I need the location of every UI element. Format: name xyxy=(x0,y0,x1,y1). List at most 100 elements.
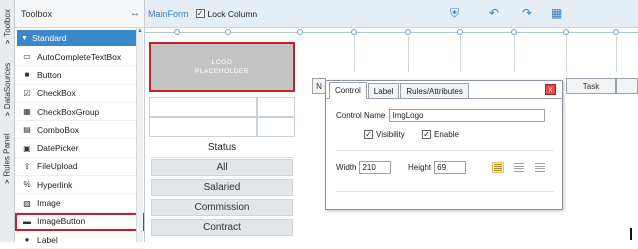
toolbox-item-hyperlink[interactable]: % Hyperlink xyxy=(15,176,144,195)
side-tab-rules-panel[interactable]: >Rules Panel xyxy=(0,126,15,190)
ruler-handle[interactable] xyxy=(405,29,411,35)
toolbox-item-datepicker[interactable]: ▣ DatePicker xyxy=(15,139,144,158)
ruler-handle[interactable] xyxy=(351,29,357,35)
logo-line1: LOGO xyxy=(211,59,233,66)
expand-arrows-icon[interactable]: ↔ xyxy=(130,8,140,19)
ruler-handle[interactable] xyxy=(297,29,303,35)
ruler-handle[interactable] xyxy=(174,29,180,35)
toolbox-item-imagebutton[interactable]: ▬ ImageButton xyxy=(15,212,144,231)
grid-cell[interactable] xyxy=(149,117,257,137)
toolbox-item-combobox[interactable]: ▤ ComboBox xyxy=(15,121,144,140)
ruler-handle[interactable] xyxy=(563,29,569,35)
status-header: Status xyxy=(151,138,293,158)
tab-rules-attributes[interactable]: Rules/Attributes xyxy=(400,83,469,98)
align-center-icon[interactable] xyxy=(513,162,525,173)
chevron-down-icon: ▼ xyxy=(21,34,28,42)
toolbox-item-label: DatePicker xyxy=(37,143,79,154)
ruler-handle[interactable] xyxy=(225,29,231,35)
status-salaried-button[interactable]: Salaried xyxy=(151,179,293,196)
toolbox-panel: Toolbox ↔ ▼ Standard ▭ AutoCompleteTextB… xyxy=(15,0,145,249)
checkbox-icon: ☑ xyxy=(23,88,31,98)
properties-tabs: Control Label Rules/Attributes x xyxy=(326,81,562,99)
toolbox-item-fileupload[interactable]: ⇪ FileUpload xyxy=(15,158,144,177)
status-commission-button[interactable]: Commission xyxy=(151,199,293,216)
ruler-handle[interactable] xyxy=(511,29,517,35)
grid-cell[interactable] xyxy=(257,117,295,137)
label-icon: ● xyxy=(24,235,30,245)
undo-icon[interactable]: ↶ xyxy=(489,6,499,20)
toolbox-item-label: Hyperlink xyxy=(37,179,73,190)
status-all-button[interactable]: All xyxy=(151,159,293,176)
width-row: Width 210 xyxy=(336,161,392,174)
column-header-task[interactable]: Task xyxy=(566,78,616,94)
width-label: Width xyxy=(336,163,357,172)
button-icon: ■ xyxy=(24,70,30,80)
width-input[interactable]: 210 xyxy=(359,161,392,174)
side-panel-tabs: >Toolbox >DataSources >Rules Panel xyxy=(0,0,15,242)
close-icon[interactable]: x xyxy=(545,84,556,95)
align-right-icon[interactable] xyxy=(534,162,546,173)
toolbox-item-label: CheckBoxGroup xyxy=(37,106,100,117)
control-name-label: Control Name xyxy=(336,111,386,120)
height-input[interactable]: 69 xyxy=(434,161,467,174)
height-label: Height xyxy=(408,163,432,172)
toolbox-item-checkboxgroup[interactable]: ▦ CheckBoxGroup xyxy=(15,103,144,122)
divider xyxy=(336,191,554,192)
toolbox-item-image[interactable]: ▨ Image xyxy=(15,194,144,213)
toolbox-header: Toolbox ↔ xyxy=(15,0,144,28)
lock-column-checkbox[interactable]: ✓ xyxy=(195,9,205,18)
status-contract-button[interactable]: Contract xyxy=(151,219,293,236)
grid-cell[interactable] xyxy=(257,97,295,117)
toolbox-item-button[interactable]: ■ Button xyxy=(15,66,144,85)
text-cursor xyxy=(630,228,632,240)
ruler-handle[interactable] xyxy=(457,29,463,35)
side-tab-toolbox[interactable]: >Toolbox xyxy=(0,2,15,50)
ruler-guide xyxy=(408,36,409,72)
lock-column-toggle[interactable]: ✓ Lock Column xyxy=(195,9,257,19)
shield-icon[interactable]: ⛨ xyxy=(450,6,459,21)
ruler-guide xyxy=(354,36,355,72)
toolbox-item-label: Label xyxy=(37,234,58,245)
toolbox-item-label: ImageButton xyxy=(37,216,86,227)
toolbox-item-label: FileUpload xyxy=(37,161,78,172)
enable-checkbox[interactable]: ✓ xyxy=(422,130,431,139)
redo-icon[interactable]: ↷ xyxy=(522,6,532,20)
enable-label: Enable xyxy=(434,130,459,139)
align-left-icon[interactable] xyxy=(492,162,504,173)
toolbox-item-autocompletetextbox[interactable]: ▭ AutoCompleteTextBox xyxy=(15,48,144,67)
height-row: Height 69 xyxy=(408,161,467,174)
toolbox-scrollbar[interactable]: ▲ xyxy=(136,28,143,242)
visibility-toggle[interactable]: ✓ Visibility xyxy=(364,130,405,139)
column-header[interactable]: N xyxy=(312,78,326,94)
control-name-row: Control Name ImgLogo xyxy=(336,109,546,122)
calendar-icon: ▣ xyxy=(23,143,31,153)
checkbox-group-icon: ▦ xyxy=(23,107,31,117)
grid-cell[interactable] xyxy=(149,97,257,117)
ruler-guide xyxy=(514,36,515,72)
tab-label[interactable]: Label xyxy=(367,83,400,98)
tab-control[interactable]: Control xyxy=(329,82,367,99)
logo-placeholder-control[interactable]: LOGO PLACEHOLDER xyxy=(149,42,295,92)
toolbox-item-label: Button xyxy=(37,69,62,80)
enable-toggle[interactable]: ✓ Enable xyxy=(422,130,459,139)
logo-line2: PLACEHOLDER xyxy=(195,68,249,75)
combobox-icon: ▤ xyxy=(23,125,31,135)
ruler-guide xyxy=(566,36,567,72)
grid-view-icon[interactable]: ▦ xyxy=(551,6,562,20)
toolbox-item-label: ComboBox xyxy=(37,124,80,135)
scroll-up-icon[interactable]: ▲ xyxy=(137,28,143,34)
ruler-handle[interactable] xyxy=(613,29,619,35)
form-toolbar: MainForm ✓ Lock Column ⛨ ↶ ↷ ▦ xyxy=(145,0,638,28)
visibility-checkbox[interactable]: ✓ xyxy=(364,130,373,139)
toolbox-item-checkbox[interactable]: ☑ CheckBox xyxy=(15,85,144,103)
toolbox-section-label: Standard xyxy=(31,33,67,43)
toolbox-section-standard[interactable]: ▼ Standard xyxy=(17,30,142,46)
side-tab-datasources[interactable]: >DataSources xyxy=(0,56,15,122)
visibility-label: Visibility xyxy=(376,130,405,139)
toolbox-item-label[interactable]: ● Label xyxy=(15,231,144,249)
textbox-icon: ▭ xyxy=(23,52,31,62)
ruler-guide xyxy=(616,36,617,72)
column-header[interactable] xyxy=(616,78,638,94)
toolbox-title: Toolbox xyxy=(21,8,53,19)
control-name-input[interactable]: ImgLogo xyxy=(389,109,546,122)
